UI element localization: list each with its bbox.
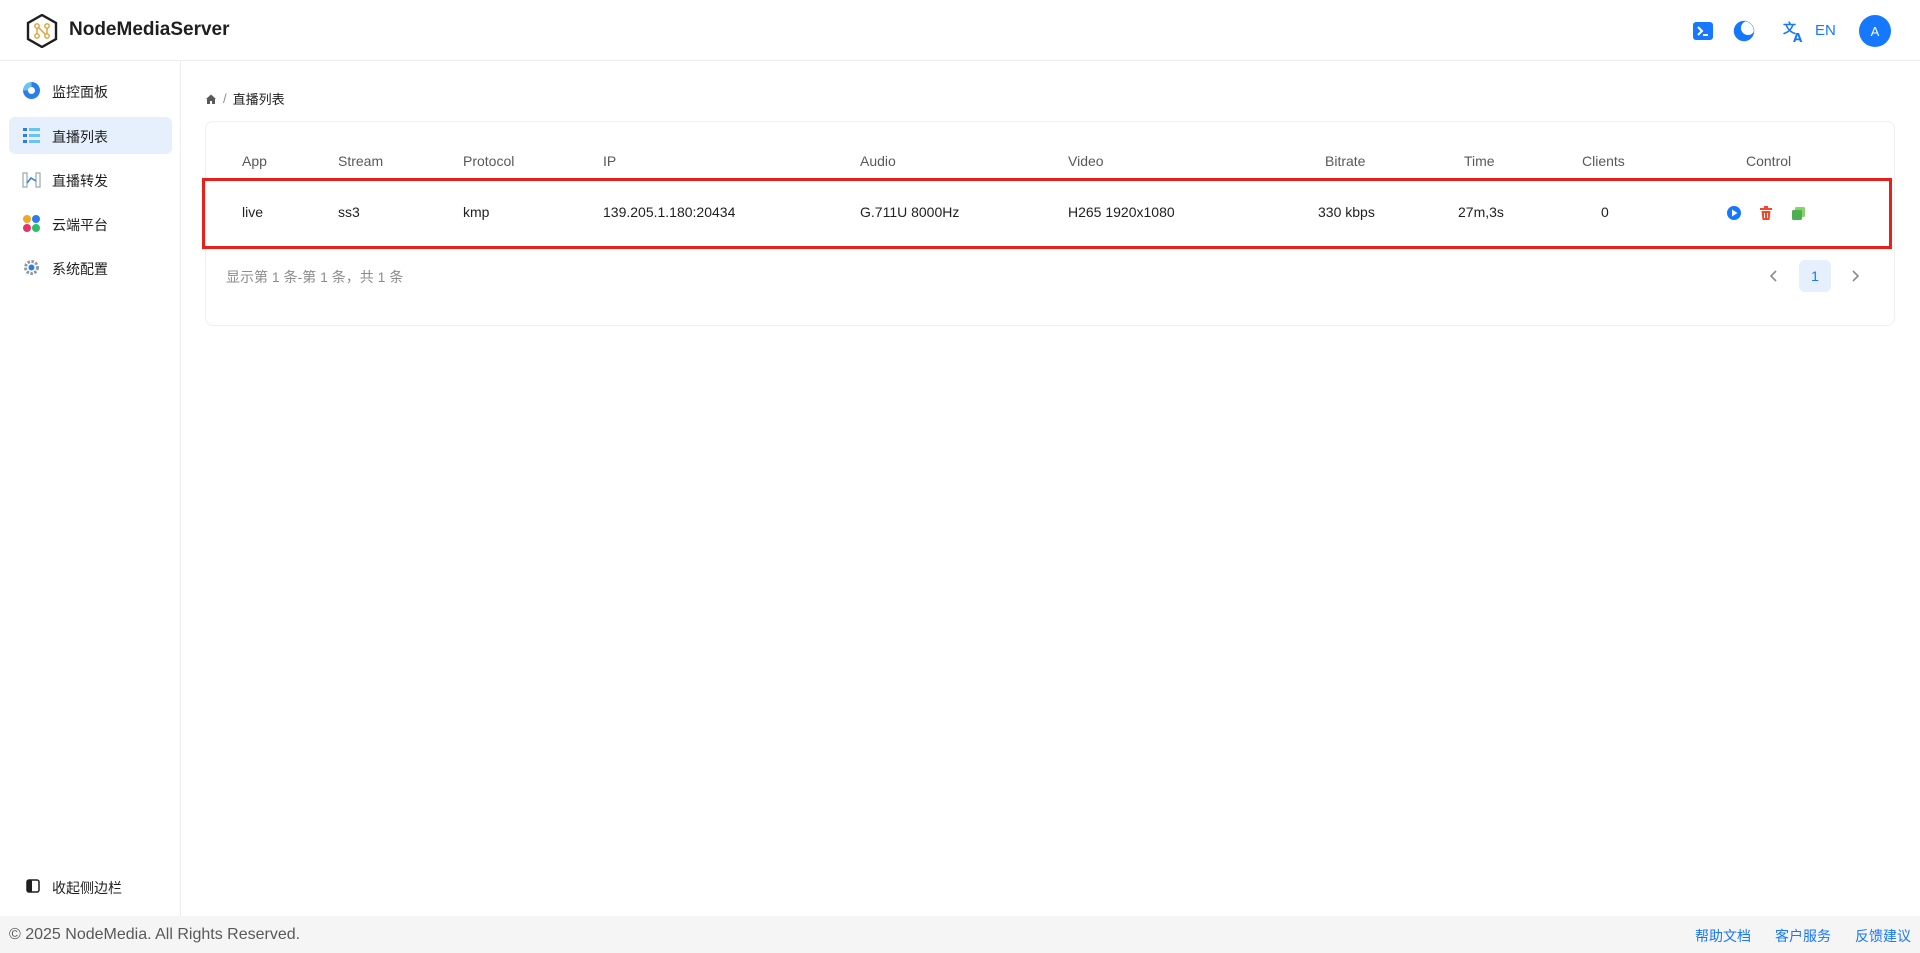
language-switch[interactable]: EN: [1815, 22, 1836, 39]
translate-icon[interactable]: 文 A: [1782, 19, 1806, 43]
breadcrumb: / 直播列表: [205, 89, 285, 108]
cell-app: live: [242, 204, 264, 220]
page-1-button[interactable]: 1: [1799, 260, 1831, 292]
copy-icon: [1791, 206, 1805, 220]
play-icon: [1727, 206, 1741, 220]
chevron-right-icon: [1852, 270, 1860, 282]
cell-time: 27m,3s: [1458, 204, 1504, 220]
app-logo-icon[interactable]: [26, 13, 58, 49]
sidebar: 监控面板 直播列表 直播转发 云端平台 系统配置 收起侧边栏: [0, 61, 181, 916]
prev-page-button[interactable]: [1758, 260, 1790, 292]
dark-mode-icon[interactable]: [1732, 19, 1756, 43]
pagination-summary: 显示第 1 条-第 1 条，共 1 条: [226, 269, 404, 285]
cell-video: H265 1920x1080: [1068, 204, 1175, 220]
column-header-stream[interactable]: Stream: [338, 153, 383, 169]
svg-text:A: A: [1793, 31, 1803, 43]
column-header-ip[interactable]: IP: [603, 153, 616, 169]
table-row-highlight: [202, 178, 1892, 249]
column-header-clients[interactable]: Clients: [1582, 153, 1625, 169]
next-page-button[interactable]: [1839, 260, 1871, 292]
sidebar-item-cloud-platform[interactable]: 云端平台: [9, 205, 172, 242]
sidebar-item-settings[interactable]: 系统配置: [9, 249, 172, 286]
collapse-sidebar-button[interactable]: 收起侧边栏: [9, 868, 172, 905]
sidebar-item-relay[interactable]: 直播转发: [9, 161, 172, 198]
cell-stream: ss3: [338, 204, 360, 220]
collapse-sidebar-label: 收起侧边栏: [52, 880, 122, 896]
play-button[interactable]: [1725, 204, 1743, 222]
stream-table-card: App Stream Protocol IP Audio Video Bitra…: [202, 121, 1895, 326]
settings-icon: [22, 258, 41, 277]
column-header-video[interactable]: Video: [1068, 153, 1104, 169]
sidebar-item-label: 直播列表: [52, 129, 108, 145]
terminal-icon[interactable]: [1691, 19, 1715, 43]
column-header-control[interactable]: Control: [1746, 153, 1791, 169]
collapse-sidebar-icon: [25, 878, 41, 894]
top-header: NodeMediaServer 文 A EN A: [0, 0, 1920, 61]
copy-button[interactable]: [1789, 204, 1807, 222]
user-avatar[interactable]: A: [1859, 15, 1891, 47]
app-title: NodeMediaServer: [69, 19, 230, 40]
relay-icon: [22, 170, 41, 189]
column-header-app[interactable]: App: [242, 153, 267, 169]
cell-bitrate: 330 kbps: [1318, 204, 1375, 220]
column-header-bitrate[interactable]: Bitrate: [1325, 153, 1365, 169]
cloud-platform-icon: [22, 214, 41, 233]
cell-clients: 0: [1601, 204, 1609, 220]
footer-link-support[interactable]: 客户服务: [1775, 926, 1831, 946]
footer-link-help[interactable]: 帮助文档: [1695, 926, 1751, 946]
copyright-text: © 2025 NodeMedia. All Rights Reserved.: [9, 926, 301, 943]
delete-button[interactable]: [1757, 204, 1775, 222]
column-header-time[interactable]: Time: [1464, 153, 1495, 169]
footer-link-feedback[interactable]: 反馈建议: [1855, 926, 1911, 946]
sidebar-item-stream-list[interactable]: 直播列表: [9, 117, 172, 154]
sidebar-item-dashboard[interactable]: 监控面板: [9, 72, 172, 109]
column-header-audio[interactable]: Audio: [860, 153, 896, 169]
cell-audio: G.711U 8000Hz: [860, 204, 960, 220]
sidebar-item-label: 云端平台: [52, 217, 108, 233]
breadcrumb-current: 直播列表: [232, 92, 285, 107]
column-header-protocol[interactable]: Protocol: [463, 153, 514, 169]
home-icon[interactable]: [205, 93, 217, 105]
cell-protocol: kmp: [463, 204, 490, 220]
list-icon: [22, 126, 41, 145]
cell-ip: 139.205.1.180:20434: [603, 204, 736, 220]
sidebar-item-label: 系统配置: [52, 261, 108, 277]
breadcrumb-separator: /: [223, 91, 227, 106]
footer: © 2025 NodeMedia. All Rights Reserved. 帮…: [0, 916, 1920, 953]
sidebar-item-label: 直播转发: [52, 173, 108, 189]
sidebar-item-label: 监控面板: [52, 84, 108, 100]
dashboard-icon: [22, 81, 41, 100]
trash-icon: [1760, 206, 1772, 220]
chevron-left-icon: [1769, 270, 1777, 282]
